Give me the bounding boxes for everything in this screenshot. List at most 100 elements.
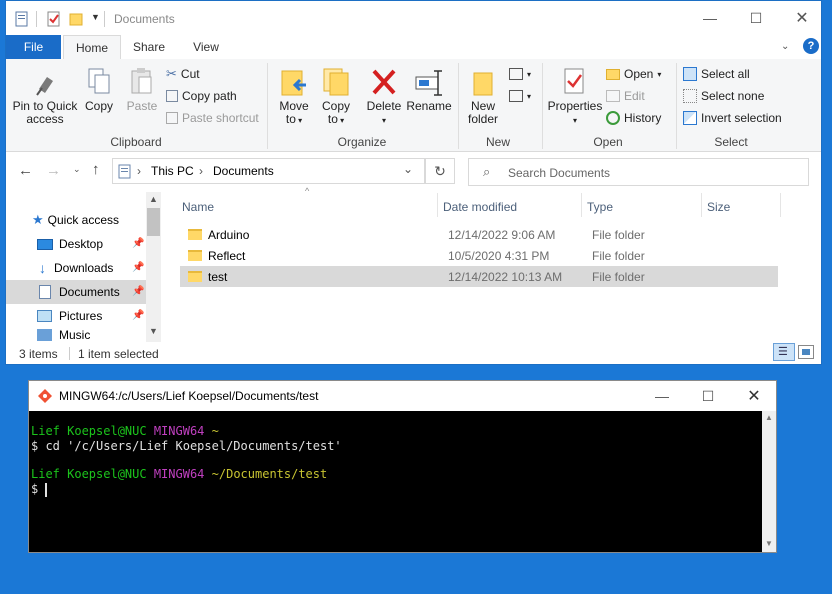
open-button[interactable]: Open ▾ bbox=[606, 65, 661, 83]
file-list: ^ Name Date modified Type Size Arduino 1… bbox=[162, 186, 822, 342]
terminal-output[interactable]: Lief Koepsel@NUC MINGW64 ~ $ cd '/c/User… bbox=[29, 411, 762, 552]
scroll-up-icon[interactable]: ▲ bbox=[765, 413, 773, 422]
properties-button[interactable]: Properties ▾ bbox=[546, 67, 604, 127]
scroll-down-icon[interactable]: ▼ bbox=[765, 539, 773, 548]
refresh-button[interactable]: ↻ bbox=[425, 158, 455, 184]
forward-arrow-icon[interactable]: → bbox=[46, 162, 61, 179]
copy-to-label: Copy to bbox=[321, 99, 350, 126]
tab-view[interactable]: View bbox=[181, 35, 231, 59]
file-type: File folder bbox=[592, 249, 645, 263]
details-view-button[interactable]: ☰ bbox=[773, 343, 795, 361]
minimize-button[interactable]: — bbox=[687, 1, 733, 35]
expand-ribbon-icon[interactable]: ⌄ bbox=[781, 41, 789, 52]
scroll-up-icon[interactable]: ▲ bbox=[149, 194, 158, 204]
copy-button[interactable]: Copy bbox=[82, 67, 116, 113]
customize-toolbar-icon[interactable]: ▼ bbox=[91, 12, 100, 22]
address-bar[interactable]: › This PC › Documents ⌄ bbox=[112, 158, 425, 184]
pin-icon: 📌 bbox=[132, 238, 145, 249]
new-folder-button[interactable]: New folder bbox=[464, 67, 502, 126]
close-button[interactable]: ✕ bbox=[779, 1, 825, 35]
search-input[interactable]: ⌕ Search Documents bbox=[468, 158, 809, 186]
item-count: 3 items bbox=[19, 347, 58, 361]
tab-file[interactable]: File bbox=[6, 35, 61, 59]
column-header-name[interactable]: Name bbox=[182, 200, 214, 214]
file-type: File folder bbox=[592, 228, 645, 242]
new-folder-label: New folder bbox=[467, 99, 499, 126]
nav-scrollbar[interactable]: ▲ ▼ bbox=[146, 192, 161, 342]
scroll-down-icon[interactable]: ▼ bbox=[149, 326, 158, 336]
group-separator bbox=[267, 63, 268, 149]
terminal-minimize-button[interactable]: — bbox=[639, 381, 685, 411]
breadcrumb-this-pc[interactable]: This PC bbox=[151, 164, 194, 178]
nav-item-documents[interactable]: Documents 📌 bbox=[6, 280, 146, 304]
new-folder-icon[interactable] bbox=[69, 11, 83, 27]
toolbar-divider bbox=[104, 11, 105, 27]
copy-to-button[interactable]: Copy to ▾ bbox=[316, 67, 356, 127]
address-dropdown-icon[interactable]: ⌄ bbox=[403, 162, 413, 176]
edit-button[interactable]: Edit bbox=[606, 87, 645, 105]
scroll-thumb[interactable] bbox=[147, 208, 160, 236]
group-separator bbox=[458, 63, 459, 149]
cut-button[interactable]: ✂ Cut bbox=[166, 65, 200, 83]
large-icons-view-button[interactable] bbox=[798, 345, 814, 359]
group-separator bbox=[676, 63, 677, 149]
sort-indicator-icon: ^ bbox=[305, 186, 310, 196]
new-item-button[interactable]: ▾ bbox=[509, 65, 531, 83]
git-bash-icon bbox=[38, 389, 52, 403]
move-to-button[interactable]: Move to ▾ bbox=[274, 67, 314, 127]
delete-icon bbox=[372, 69, 396, 95]
nav-quick-access[interactable]: ★ Quick access bbox=[6, 208, 146, 232]
new-folder-big-icon bbox=[473, 72, 493, 96]
paste-icon bbox=[131, 68, 152, 94]
folder-icon bbox=[188, 271, 202, 285]
paste-button[interactable]: Paste bbox=[123, 67, 161, 113]
column-header-type[interactable]: Type bbox=[587, 200, 613, 214]
select-none-icon bbox=[683, 89, 697, 103]
checklist-icon[interactable] bbox=[47, 11, 61, 27]
copy-label: Copy bbox=[84, 99, 113, 113]
pin-icon: 📌 bbox=[132, 262, 145, 273]
tab-home[interactable]: Home bbox=[63, 35, 121, 60]
delete-button[interactable]: Delete ▾ bbox=[364, 67, 404, 127]
easy-access-button[interactable]: ▾ bbox=[509, 87, 531, 105]
terminal-maximize-button[interactable]: ☐ bbox=[685, 381, 731, 411]
prompt-env: MINGW64 bbox=[153, 467, 205, 481]
nav-item-desktop[interactable]: Desktop 📌 bbox=[6, 232, 146, 256]
nav-item-music[interactable]: Music bbox=[6, 328, 146, 342]
table-row[interactable]: Reflect 10/5/2020 4:31 PM File folder bbox=[180, 245, 778, 266]
edit-label: Edit bbox=[624, 89, 645, 103]
up-arrow-icon[interactable]: ↑ bbox=[92, 161, 100, 178]
maximize-button[interactable]: ☐ bbox=[733, 1, 779, 35]
documents-small-icon bbox=[118, 164, 131, 179]
copy-path-button[interactable]: Copy path bbox=[166, 87, 237, 105]
help-icon[interactable]: ? bbox=[803, 38, 819, 54]
tab-share[interactable]: Share bbox=[124, 35, 174, 59]
ribbon-tabs: File Home Share View ⌄ ? bbox=[6, 35, 821, 60]
terminal-scrollbar[interactable]: ▲ ▼ bbox=[762, 411, 776, 552]
table-row-selected[interactable]: test 12/14/2022 10:13 AM File folder bbox=[180, 266, 778, 287]
file-name: Arduino bbox=[208, 228, 250, 242]
pin-quick-access-button[interactable]: Pin to Quick access bbox=[10, 67, 80, 126]
history-button[interactable]: History bbox=[606, 109, 661, 127]
recent-locations-icon[interactable]: ⌄ bbox=[73, 164, 81, 175]
column-header-size[interactable]: Size bbox=[707, 200, 730, 214]
back-arrow-icon[interactable]: ← bbox=[18, 162, 33, 179]
select-none-button[interactable]: Select none bbox=[683, 87, 764, 105]
pin-label: Pin to Quick access bbox=[12, 99, 78, 126]
table-row[interactable]: Arduino 12/14/2022 9:06 AM File folder bbox=[180, 224, 778, 245]
invert-selection-button[interactable]: Invert selection bbox=[683, 109, 782, 127]
rename-button[interactable]: Rename bbox=[406, 67, 452, 113]
nav-item-downloads[interactable]: ↓ Downloads 📌 bbox=[6, 256, 146, 280]
terminal-close-button[interactable]: ✕ bbox=[731, 381, 777, 411]
paste-shortcut-button[interactable]: Paste shortcut bbox=[166, 109, 259, 127]
nav-item-pictures[interactable]: Pictures 📌 bbox=[6, 304, 146, 328]
cut-label: Cut bbox=[180, 67, 200, 81]
history-icon bbox=[606, 111, 620, 125]
breadcrumb-documents[interactable]: Documents bbox=[213, 164, 274, 178]
column-header-date[interactable]: Date modified bbox=[443, 200, 517, 214]
select-all-button[interactable]: Select all bbox=[683, 65, 750, 83]
group-label-select: Select bbox=[714, 135, 748, 149]
file-date: 12/14/2022 9:06 AM bbox=[448, 228, 556, 242]
properties-icon[interactable] bbox=[15, 11, 29, 27]
column-divider bbox=[780, 193, 781, 217]
